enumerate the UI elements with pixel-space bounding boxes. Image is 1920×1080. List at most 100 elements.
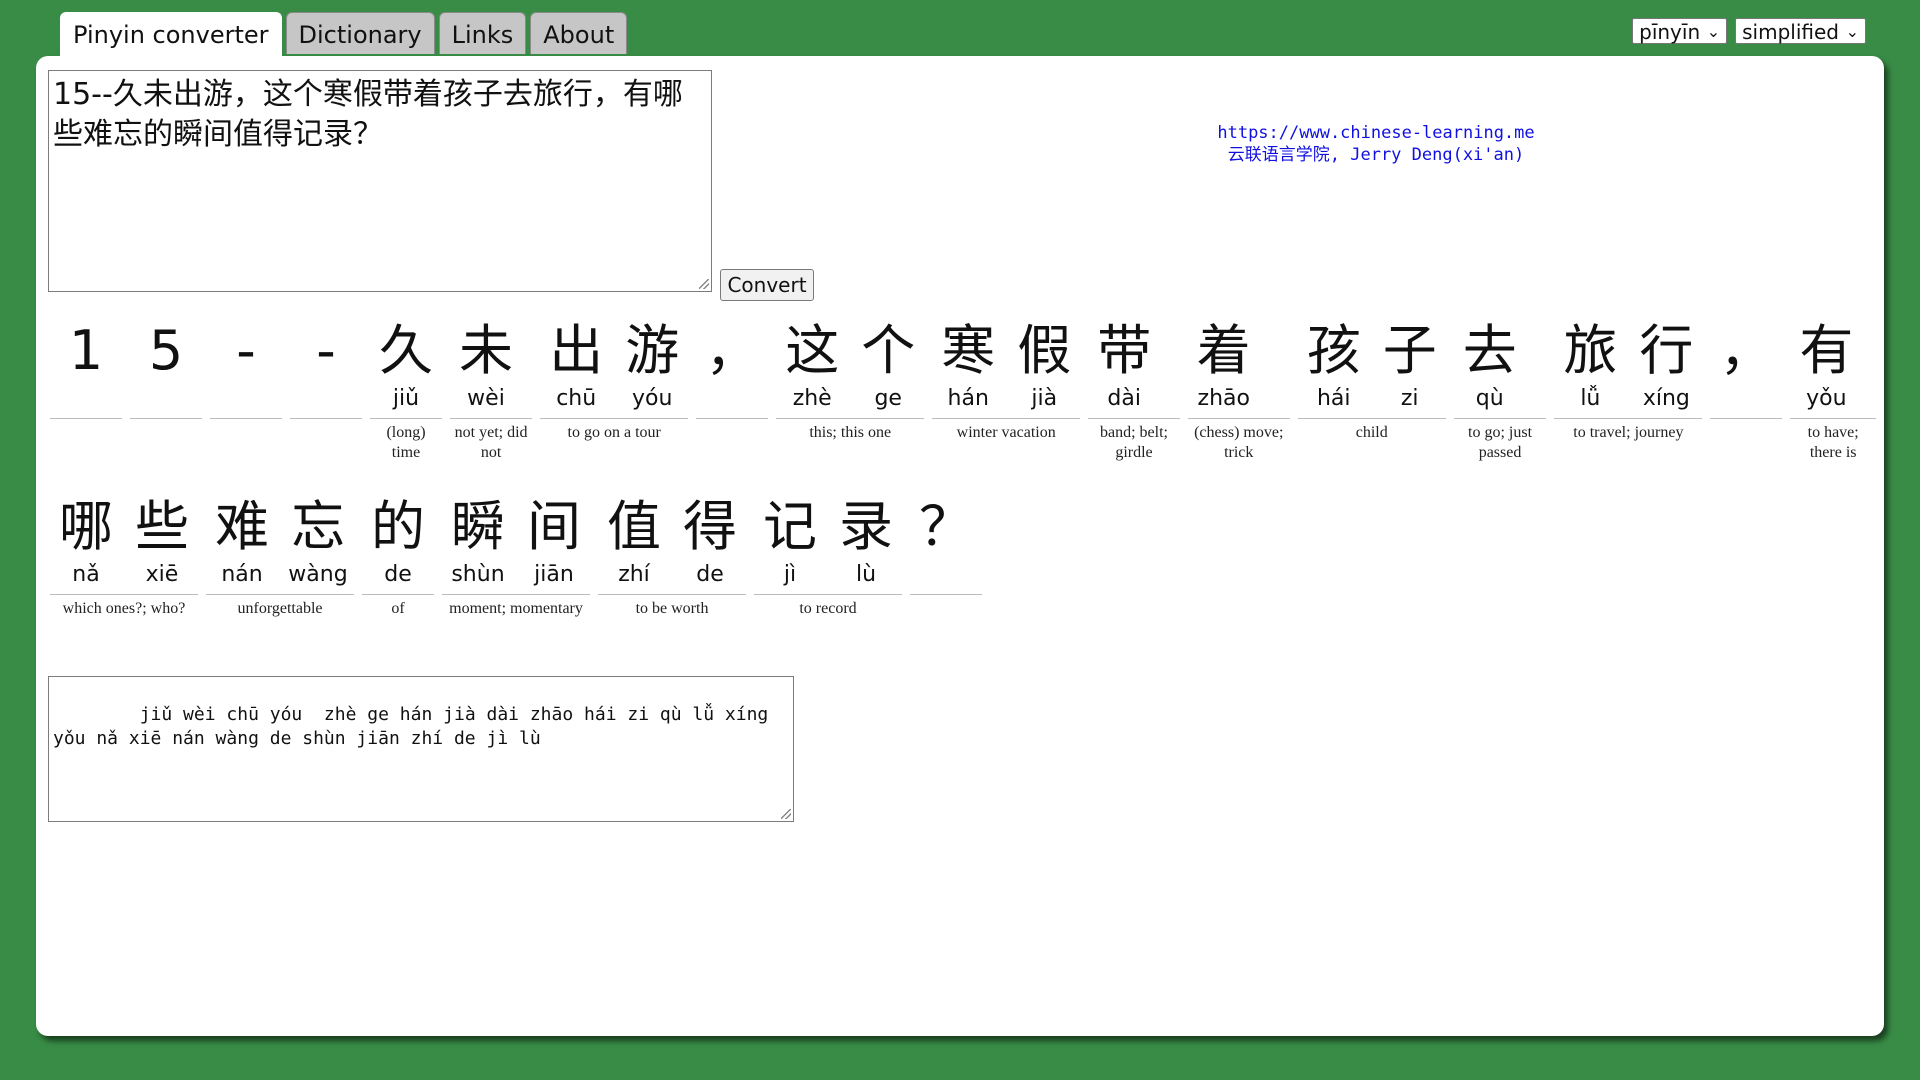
credit-block: https://www.chinese-learning.me 云联语言学院, … <box>1176 122 1576 166</box>
hanzi: 出 <box>549 319 604 382</box>
chinese-input-textarea[interactable]: 15--久未出游，这个寒假带着孩子去旅行，有哪些难忘的瞬间值得记录？ <box>48 70 712 292</box>
word-divider <box>50 594 198 595</box>
english-gloss: not yet; did not <box>454 424 528 461</box>
hanzi: 带 <box>1097 319 1152 382</box>
annotation-row-1: 1 5- - 久 jiǔ (long) time 未 wèi not yet; did not 出… <box>50 318 1884 463</box>
word-group[interactable]: 难 nán 忘 wàng unforgettable <box>206 494 354 619</box>
hanzi: 记 <box>763 495 817 558</box>
tab-bar: Pinyin converter Dictionary Links About <box>60 12 628 57</box>
word-divider <box>130 418 202 419</box>
character-cell: 寒 hán <box>932 318 1004 414</box>
character-cell: 行 xíng <box>1630 318 1702 414</box>
word-group[interactable]: 孩 hái 子 zi child <box>1297 318 1446 463</box>
english-gloss: to go on a tour <box>567 424 661 441</box>
hanzi: 得 <box>683 495 737 558</box>
character-cell: 难 nán <box>206 494 278 590</box>
pinyin: lù <box>855 562 877 587</box>
pinyin: hái <box>1316 386 1351 411</box>
resize-handle-icon[interactable] <box>781 809 791 819</box>
hanzi: - <box>236 319 256 382</box>
convert-button[interactable]: Convert <box>720 269 814 301</box>
word-group[interactable]: - <box>290 318 362 463</box>
tab-links[interactable]: Links <box>438 12 527 54</box>
hanzi: 哪 <box>59 495 113 558</box>
word-characters: 1 <box>50 318 122 414</box>
word-group[interactable]: 有 yǒu to have; there is <box>1790 318 1876 463</box>
word-group[interactable]: 5 <box>130 318 202 463</box>
hanzi: 行 <box>1639 319 1694 382</box>
word-group[interactable]: 寒 hán 假 jià winter vacation <box>932 318 1081 463</box>
word-characters: 未 wèi <box>450 318 532 414</box>
pinyin: wèi <box>467 386 505 411</box>
word-group[interactable]: 着 zhāo (chess) move; trick <box>1187 318 1290 463</box>
character-cell: 录 lù <box>830 494 902 590</box>
character-cell: 游 yóu <box>616 318 688 414</box>
pinyin-mode-select[interactable]: pīnyīn ⌄ <box>1632 18 1728 44</box>
word-divider <box>1453 418 1547 419</box>
word-group[interactable]: ， <box>696 318 769 463</box>
word-divider <box>210 418 282 419</box>
pinyin: ge <box>874 386 902 411</box>
site-url[interactable]: https://www.chinese-learning.me <box>1176 122 1576 144</box>
word-divider <box>696 418 769 419</box>
word-characters: 有 yǒu <box>1790 318 1876 414</box>
author-line: 云联语言学院, Jerry Deng(xi'an) <box>1227 145 1525 165</box>
word-group[interactable]: 这 zhè 个 ge this; this one <box>776 318 925 463</box>
hanzi: 5 <box>148 319 184 382</box>
tab-about[interactable]: About <box>530 12 628 54</box>
word-characters: ， <box>1710 318 1782 414</box>
english-gloss: of <box>391 600 405 617</box>
pinyin: lǚ <box>1580 386 1601 411</box>
script-select[interactable]: simplified ⌄ <box>1735 18 1866 44</box>
word-group[interactable]: 记 jì 录 lù to record <box>754 494 902 619</box>
word-group[interactable]: 旅 lǚ 行 xíng to travel; journey <box>1554 318 1703 463</box>
character-cell: 值 zhí <box>598 494 670 590</box>
word-group[interactable]: 带 dài band; belt; girdle <box>1088 318 1180 463</box>
word-divider <box>50 418 122 419</box>
hanzi: ？ <box>919 495 973 558</box>
word-characters: 5 <box>130 318 202 414</box>
tab-pinyin-converter[interactable]: Pinyin converter <box>60 12 282 57</box>
word-divider <box>1297 418 1446 419</box>
word-divider <box>1187 418 1290 419</box>
hanzi: ， <box>705 319 760 382</box>
word-group[interactable]: 久 jiǔ (long) time <box>370 318 442 463</box>
hanzi: 有 <box>1799 319 1854 382</box>
word-group[interactable]: ？ <box>910 494 982 619</box>
word-characters: 这 zhè 个 ge <box>776 318 924 414</box>
hanzi: 寒 <box>941 319 996 382</box>
pinyin: zhí <box>618 562 650 587</box>
pinyin: yóu <box>631 386 673 411</box>
word-group[interactable]: ， <box>1710 318 1783 463</box>
word-group[interactable]: 瞬 shùn 间 jiān moment; momentary <box>442 494 590 619</box>
character-cell: 子 zi <box>1374 318 1446 414</box>
word-group[interactable]: 的 de of <box>362 494 434 619</box>
hanzi: 些 <box>135 495 189 558</box>
pinyin-output-textarea[interactable]: jiǔ wèi chū yóu zhè ge hán jià dài zhāo … <box>48 676 794 822</box>
word-group[interactable]: 未 wèi not yet; did not <box>450 318 533 463</box>
hanzi: ， <box>1719 319 1774 382</box>
word-divider <box>442 594 590 595</box>
resize-handle-icon[interactable] <box>699 279 709 289</box>
word-group[interactable]: 哪 nǎ 些 xiē which ones?; who? <box>50 494 198 619</box>
tab-dictionary[interactable]: Dictionary <box>285 12 435 54</box>
word-group[interactable]: 去 qù to go; just passed <box>1453 318 1547 463</box>
word-group[interactable]: 出 chū 游 yóu to go on a tour <box>540 318 689 463</box>
pinyin: hán <box>947 386 989 411</box>
pinyin: dài <box>1107 386 1141 411</box>
english-gloss: to go; just passed <box>1468 424 1533 461</box>
word-characters: - <box>210 318 282 414</box>
word-characters: 旅 lǚ 行 xíng <box>1554 318 1702 414</box>
pinyin: nǎ <box>72 562 100 587</box>
word-group[interactable]: 1 <box>50 318 122 463</box>
hanzi: 旅 <box>1563 319 1618 382</box>
word-divider <box>290 418 362 419</box>
chevron-down-icon: ⌄ <box>1706 22 1721 41</box>
word-group[interactable]: - <box>210 318 282 463</box>
english-gloss: (long) time <box>386 424 426 461</box>
english-gloss: (chess) move; trick <box>1194 424 1284 461</box>
word-characters: ？ <box>910 494 982 590</box>
hanzi: 1 <box>68 319 104 382</box>
character-cell: 孩 hái <box>1298 318 1370 414</box>
word-group[interactable]: 值 zhí 得 de to be worth <box>598 494 746 619</box>
